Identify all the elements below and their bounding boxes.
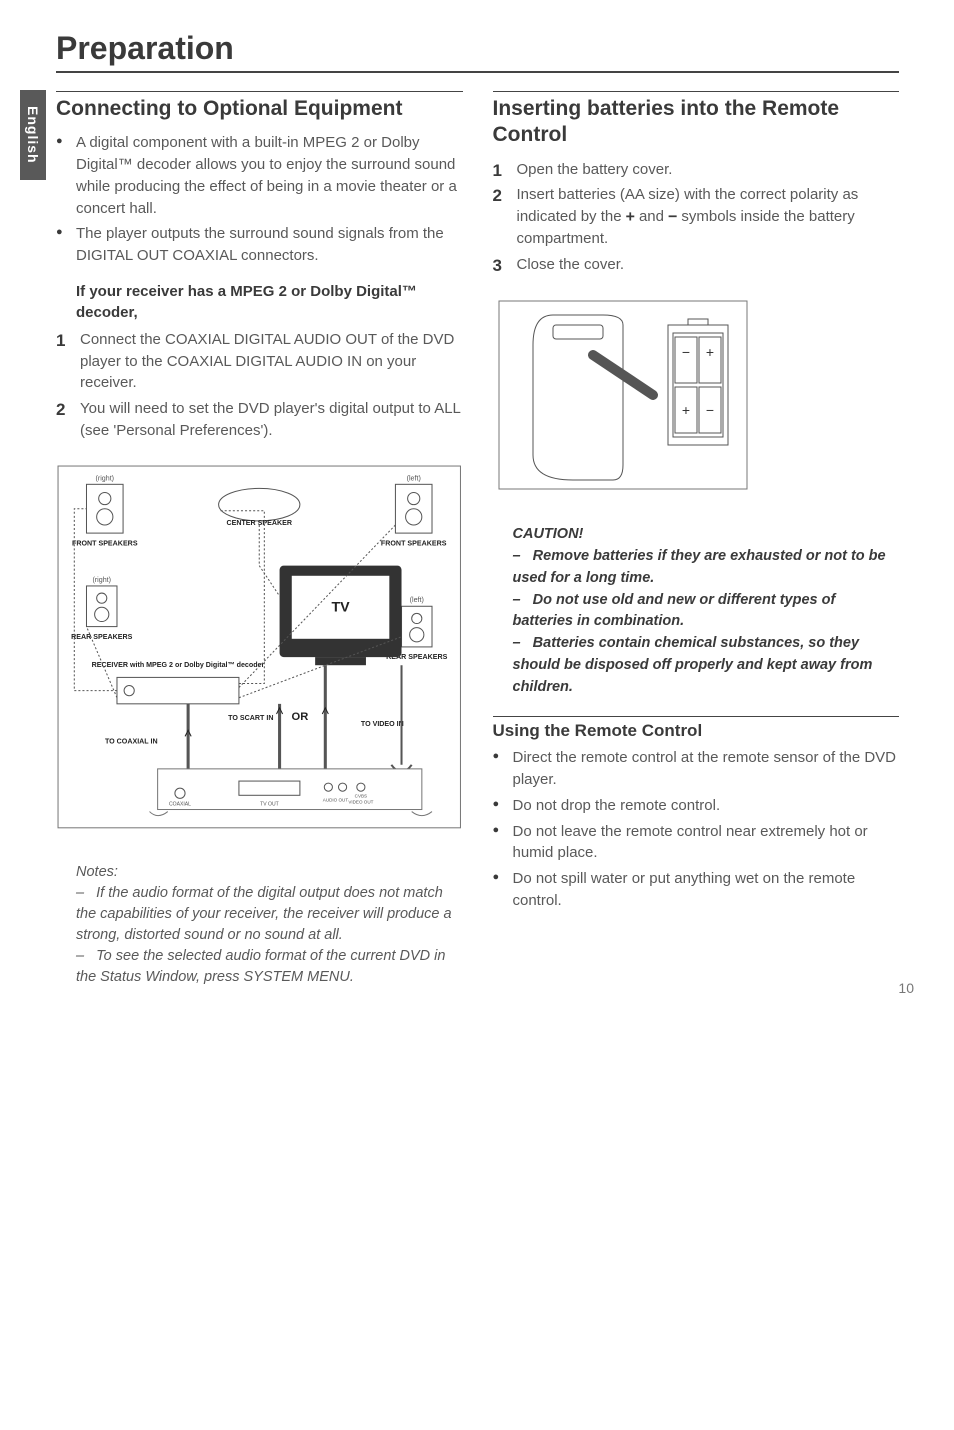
svg-text:+: + xyxy=(681,402,689,418)
svg-text:(right): (right) xyxy=(95,474,114,482)
connecting-steps: 1Connect the COAXIAL DIGITAL AUDIO OUT o… xyxy=(56,329,463,442)
step-text: Insert batteries (AA size) with the corr… xyxy=(517,186,859,247)
caution-header: CAUTION! xyxy=(513,524,900,546)
svg-text:TO COAXIAL IN: TO COAXIAL IN xyxy=(105,737,158,745)
svg-text:(right): (right) xyxy=(92,575,111,583)
svg-text:AUDIO OUT: AUDIO OUT xyxy=(323,797,349,802)
heading-batteries: Inserting batteries into the Remote Cont… xyxy=(493,91,900,149)
caution-item: Do not use old and new or different type… xyxy=(513,592,836,630)
svg-text:REAR SPEAKERS: REAR SPEAKERS xyxy=(71,632,132,640)
caution-item: Batteries contain chemical substances, s… xyxy=(513,635,873,695)
note-item: To see the selected audio format of the … xyxy=(76,948,445,985)
left-column: Connecting to Optional Equipment A digit… xyxy=(56,91,463,988)
notes-block: Notes: – If the audio format of the digi… xyxy=(56,862,463,988)
svg-text:OR: OR xyxy=(292,711,309,723)
list-item: Do not spill water or put anything wet o… xyxy=(493,868,900,912)
step-text: Connect the COAXIAL DIGITAL AUDIO OUT of… xyxy=(80,331,454,392)
list-item: Do not drop the remote control. xyxy=(493,795,900,817)
svg-text:COAXIAL: COAXIAL xyxy=(169,801,191,807)
step-text: You will need to set the DVD player's di… xyxy=(80,400,460,439)
svg-text:FRONT SPEAKERS: FRONT SPEAKERS xyxy=(72,539,138,547)
connecting-bullets: A digital component with a built-in MPEG… xyxy=(56,132,463,267)
wiring-diagram: (right) FRONT SPEAKERS (left) FRONT SPEA… xyxy=(56,464,463,830)
list-item: 1Connect the COAXIAL DIGITAL AUDIO OUT o… xyxy=(56,329,463,394)
svg-text:VIDEO OUT: VIDEO OUT xyxy=(348,799,373,804)
svg-text:TO VIDEO IN: TO VIDEO IN xyxy=(361,720,404,728)
caution-block: CAUTION! – Remove batteries if they are … xyxy=(493,524,900,698)
svg-text:−: − xyxy=(681,344,689,360)
svg-text:TV: TV xyxy=(331,599,350,615)
remote-battery-diagram: − + + − xyxy=(493,295,753,495)
svg-text:(left): (left) xyxy=(407,474,421,482)
step-text: Close the cover. xyxy=(517,256,625,273)
svg-text:TV OUT: TV OUT xyxy=(260,801,279,807)
list-item: The player outputs the surround sound si… xyxy=(56,223,463,267)
page-number: 10 xyxy=(898,980,914,996)
right-column: Inserting batteries into the Remote Cont… xyxy=(493,91,900,988)
svg-text:(left): (left) xyxy=(410,596,424,604)
step-text: Open the battery cover. xyxy=(517,161,673,178)
list-item: 2You will need to set the DVD player's d… xyxy=(56,398,463,442)
page-title: Preparation xyxy=(56,30,899,73)
list-item: Direct the remote control at the remote … xyxy=(493,747,900,791)
list-item: 2Insert batteries (AA size) with the cor… xyxy=(493,184,900,249)
language-tab: English xyxy=(20,90,46,180)
battery-steps: 1Open the battery cover. 2Insert batteri… xyxy=(493,159,900,276)
svg-text:FRONT SPEAKERS: FRONT SPEAKERS xyxy=(381,539,447,547)
list-item: 3Close the cover. xyxy=(493,254,900,276)
list-item: A digital component with a built-in MPEG… xyxy=(56,132,463,219)
using-remote-bullets: Direct the remote control at the remote … xyxy=(493,747,900,911)
heading-using-remote: Using the Remote Control xyxy=(493,716,900,741)
heading-connecting: Connecting to Optional Equipment xyxy=(56,91,463,122)
svg-text:−: − xyxy=(705,402,713,418)
svg-text:RECEIVER with MPEG 2 or Dolby: RECEIVER with MPEG 2 or Dolby Digital™ d… xyxy=(92,661,265,669)
svg-text:CVBS: CVBS xyxy=(355,793,367,798)
svg-text:+: + xyxy=(705,344,713,360)
caution-item: Remove batteries if they are exhausted o… xyxy=(513,548,886,586)
list-item: 1Open the battery cover. xyxy=(493,159,900,181)
list-item: Do not leave the remote control near ext… xyxy=(493,821,900,865)
sub-heading-decoder: If your receiver has a MPEG 2 or Dolby D… xyxy=(76,281,463,323)
note-item: If the audio format of the digital outpu… xyxy=(76,885,452,943)
notes-header: Notes: xyxy=(76,864,118,880)
svg-text:TO SCART IN: TO SCART IN xyxy=(228,714,273,722)
